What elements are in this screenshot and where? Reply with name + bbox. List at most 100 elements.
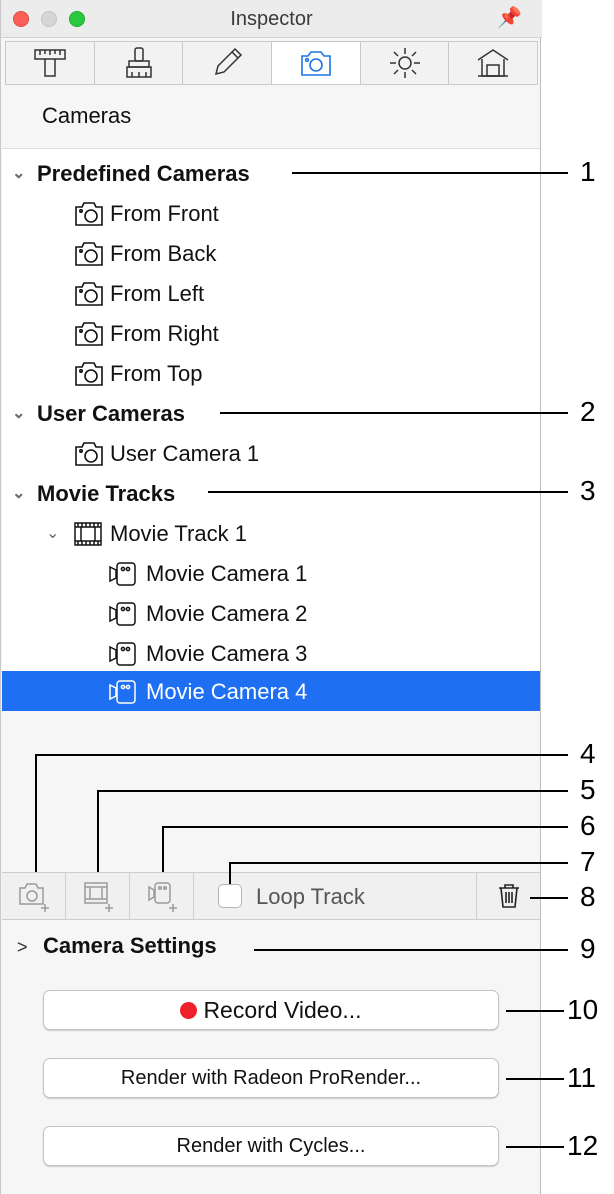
callout-number: 12 [567, 1130, 599, 1161]
add-movie-camera-icon [147, 882, 177, 912]
tab-edit[interactable] [182, 41, 272, 85]
tab-style[interactable] [93, 41, 183, 85]
callout-line-5 [97, 790, 568, 792]
callout-number: 5 [580, 774, 596, 805]
callout-leader-5 [97, 790, 99, 872]
callout-number: 11 [567, 1062, 597, 1093]
add-camera-button[interactable] [2, 873, 66, 919]
trash-icon [498, 884, 519, 908]
tree-item-label: From Right [110, 321, 219, 346]
camera-icon [75, 362, 103, 386]
chevron-down-icon[interactable]: ⌄ [12, 406, 28, 422]
chevron-down-icon[interactable]: ⌄ [46, 526, 62, 542]
tree-item-movie-camera[interactable]: Movie Camera 3 [2, 633, 540, 673]
chevron-down-icon[interactable]: ⌄ [12, 486, 28, 502]
tab-scene[interactable] [448, 41, 539, 85]
movie-camera-icon [109, 562, 136, 586]
inspector-tabs [5, 39, 539, 85]
movie-camera-icon [109, 680, 136, 704]
camera-icon [75, 442, 103, 466]
pencil-icon [215, 47, 243, 76]
window-title: Inspector [230, 8, 313, 30]
brush-icon [125, 47, 152, 78]
callout-leader-7 [229, 862, 231, 884]
record-video-button[interactable]: Record Video... [43, 990, 499, 1030]
tree-item-camera[interactable]: From Right [2, 313, 540, 353]
tree-item-label: From Back [110, 241, 217, 266]
camera-settings-disclosure[interactable]: Camera Settings [43, 933, 217, 959]
tab-cameras[interactable] [271, 41, 360, 85]
title-bar: Inspector 📌 [1, 0, 542, 38]
callout-number: 1 [580, 156, 596, 187]
add-camera-icon [18, 883, 49, 912]
callout-leader-6 [162, 826, 164, 872]
callout-number: 4 [580, 738, 596, 769]
tree-item-camera[interactable]: User Camera 1 [2, 433, 540, 473]
callout-line-8 [530, 897, 568, 899]
callout-line-4 [35, 754, 568, 756]
render-radeon-button[interactable]: Render with Radeon ProRender... [43, 1058, 499, 1098]
loop-track-checkbox[interactable] [218, 884, 242, 908]
add-movie-track-button[interactable] [66, 873, 130, 919]
camera-icon [75, 242, 103, 266]
tree-item-camera[interactable]: From Top [2, 353, 540, 393]
tree-item-label: User Camera 1 [110, 441, 260, 466]
tree-item-movie-track[interactable]: ⌄ Movie Track 1 [2, 513, 540, 553]
callout-line-6 [162, 826, 568, 828]
render-cycles-button[interactable]: Render with Cycles... [43, 1126, 499, 1166]
tree-item-label: Movie Camera 2 [146, 601, 308, 626]
sun-icon [389, 48, 420, 78]
camera-tree: ⌄ Predefined Cameras From Front From Bac… [2, 148, 540, 711]
tree-item-camera[interactable]: From Front [2, 193, 540, 233]
tree-item-movie-camera-selected[interactable]: Movie Camera 4 [2, 671, 540, 711]
chevron-down-icon[interactable]: ⌄ [12, 166, 28, 182]
camera-icon [75, 322, 103, 346]
tree-item-label: From Front [110, 201, 219, 226]
inspector-window: Inspector 📌 Cameras ⌄ Predefined Cameras… [0, 0, 542, 1194]
camera-icon [75, 202, 103, 226]
section-title: Cameras [42, 103, 132, 128]
camera-icon [75, 282, 103, 306]
callout-line-3 [208, 491, 568, 493]
callout-line-2 [220, 412, 568, 414]
record-icon [180, 1001, 198, 1019]
tree-item-label: Movie Camera 1 [146, 561, 308, 586]
callout-number: 10 [567, 994, 599, 1025]
callout-line-12 [506, 1146, 564, 1148]
tree-group-movie-tracks[interactable]: ⌄ Movie Tracks [2, 473, 540, 513]
tree-item-camera[interactable]: From Left [2, 273, 540, 313]
tree-item-movie-camera[interactable]: Movie Camera 2 [2, 593, 540, 633]
camera-toolbar: Loop Track [2, 872, 540, 920]
record-video-label: Record Video... [203, 996, 362, 1023]
callout-leader-4 [35, 754, 37, 872]
add-film-strip-icon [83, 882, 113, 912]
callout-line-11 [506, 1078, 564, 1080]
film-strip-icon [74, 522, 102, 546]
camera-icon [301, 51, 331, 76]
pin-icon[interactable]: 📌 [497, 5, 522, 30]
ruler-icon [34, 49, 66, 77]
tree-item-label: From Top [110, 361, 203, 386]
tree-item-camera[interactable]: From Back [2, 233, 540, 273]
tree-item-label: From Left [110, 281, 205, 306]
callout-number: 3 [580, 475, 596, 506]
tab-lighting[interactable] [359, 41, 449, 85]
callout-number: 9 [580, 933, 596, 964]
callout-line-10 [506, 1010, 564, 1012]
group-label: User Cameras [37, 401, 185, 426]
tree-item-movie-camera[interactable]: Movie Camera 1 [2, 553, 540, 593]
group-label: Movie Tracks [37, 481, 176, 506]
callout-number: 7 [580, 846, 596, 877]
group-label: Predefined Cameras [37, 161, 250, 186]
movie-camera-icon [109, 602, 136, 626]
callout-line-9 [254, 949, 568, 951]
tree-item-label: Movie Track 1 [110, 521, 247, 546]
chevron-right-icon[interactable]: > [17, 937, 28, 958]
callout-number: 2 [580, 396, 596, 427]
callout-number: 8 [580, 881, 596, 912]
callout-number: 6 [580, 810, 596, 841]
movie-camera-icon [109, 642, 136, 666]
add-movie-camera-button[interactable] [130, 873, 194, 919]
delete-button[interactable] [476, 873, 540, 919]
tab-measure[interactable] [5, 41, 94, 85]
